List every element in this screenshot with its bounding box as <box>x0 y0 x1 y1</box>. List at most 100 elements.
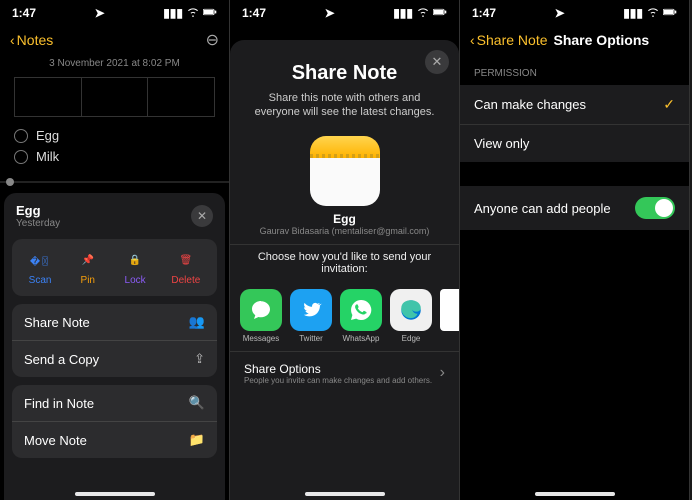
app-whatsapp[interactable]: WhatsApp <box>340 289 382 343</box>
wifi-icon <box>416 6 430 20</box>
delete-button[interactable]: 🗑Delete <box>171 249 200 286</box>
toggle-switch[interactable] <box>635 197 675 219</box>
app-edge[interactable]: Edge <box>390 289 432 343</box>
quick-actions: �〿Scan 📌Pin 🔒Lock 🗑Delete <box>12 239 217 296</box>
app-more[interactable] <box>440 289 459 343</box>
home-indicator[interactable] <box>305 492 385 496</box>
notes-app-icon <box>310 136 380 206</box>
twitter-icon <box>290 289 332 331</box>
close-icon: ✕ <box>197 209 207 223</box>
section-header: PERMISSION <box>460 54 689 85</box>
messages-icon <box>240 289 282 331</box>
share-options-sub: People you invite can make changes and a… <box>244 376 432 385</box>
location-icon: ➤ <box>555 6 565 20</box>
status-time: 1:47 <box>242 6 266 20</box>
signal-icon: ▮▮▮ <box>623 6 643 20</box>
status-time: 1:47 <box>472 6 496 20</box>
nav-bar: ‹ Notes ⊖ <box>0 26 229 54</box>
search-icon: 🔍 <box>189 395 205 411</box>
more-apps-icon <box>440 289 459 331</box>
menu-group: Find in Note🔍 Move Note📁 <box>12 385 217 458</box>
home-indicator[interactable] <box>535 492 615 496</box>
screen-notes: 1:47 ➤ ▮▮▮ ‹ Notes ⊖ 3 November 2021 at … <box>0 0 230 500</box>
status-bar: 1:47 ➤ ▮▮▮ <box>0 0 229 26</box>
option-view-only[interactable]: View only <box>460 125 689 162</box>
app-row: Messages Twitter WhatsApp Edge <box>230 281 459 351</box>
status-bar: 1:47 ➤ ▮▮▮ <box>460 0 689 26</box>
radio-icon <box>14 150 28 164</box>
battery-icon <box>203 6 217 20</box>
back-button[interactable]: ‹ Notes <box>10 32 53 48</box>
close-button[interactable]: ✕ <box>191 205 213 227</box>
option-can-make-changes[interactable]: Can make changes✓ <box>460 85 689 125</box>
location-icon: ➤ <box>325 6 335 20</box>
edge-icon <box>390 289 432 331</box>
checklist-item[interactable]: Milk <box>14 146 215 167</box>
whatsapp-icon <box>340 289 382 331</box>
back-label: Share Note <box>477 32 548 48</box>
status-right: ▮▮▮ <box>623 6 677 20</box>
invite-prompt: Choose how you'd like to send your invit… <box>230 244 459 281</box>
chevron-left-icon: ‹ <box>10 32 15 48</box>
table-placeholder[interactable] <box>14 77 215 117</box>
checklist-item[interactable]: Egg <box>14 125 215 146</box>
find-note-item[interactable]: Find in Note🔍 <box>12 385 217 422</box>
people-icon: 👥 <box>189 314 205 330</box>
trash-icon: 🗑 <box>175 249 197 271</box>
scan-icon: �〿 <box>29 249 51 271</box>
checklist: Egg Milk <box>0 121 229 171</box>
send-copy-item[interactable]: Send a Copy⇪ <box>12 341 217 377</box>
note-date: 3 November 2021 at 8:02 PM <box>0 54 229 73</box>
back-button[interactable]: ‹ Share Note <box>470 32 548 48</box>
signal-icon: ▮▮▮ <box>393 6 413 20</box>
menu-group: Share Note👥 Send a Copy⇪ <box>12 304 217 377</box>
move-note-item[interactable]: Move Note📁 <box>12 422 217 458</box>
note-name: Egg <box>230 212 459 226</box>
close-button[interactable]: ✕ <box>425 50 449 74</box>
chevron-right-icon: › <box>440 364 445 382</box>
sheet-title: Egg <box>16 203 60 218</box>
chevron-left-icon: ‹ <box>470 32 475 48</box>
pin-icon: 📌 <box>77 249 99 271</box>
app-messages[interactable]: Messages <box>240 289 282 343</box>
page-title: Share Options <box>554 32 650 48</box>
lock-icon: 🔒 <box>124 249 146 271</box>
action-sheet: Egg Yesterday ✕ �〿Scan 📌Pin 🔒Lock 🗑Delet… <box>4 193 225 500</box>
permission-group: Can make changes✓ View only <box>460 85 689 162</box>
share-note-item[interactable]: Share Note👥 <box>12 304 217 341</box>
share-options-row[interactable]: Share Options People you invite can make… <box>230 351 459 395</box>
share-options-title: Share Options <box>244 362 432 376</box>
lock-button[interactable]: 🔒Lock <box>124 249 146 286</box>
share-icon: ⇪ <box>194 351 205 367</box>
nav-bar: ‹ Share Note Share Options <box>460 26 689 54</box>
share-modal: ✕ Share Note Share this note with others… <box>230 40 459 500</box>
screen-share-note: 1:47 ➤ ▮▮▮ ✕ Share Note Share this note … <box>230 0 460 500</box>
battery-icon <box>663 6 677 20</box>
checkmark-icon: ✓ <box>663 96 675 113</box>
location-icon: ➤ <box>95 6 105 20</box>
scan-button[interactable]: �〿Scan <box>29 249 52 286</box>
screen-share-options: 1:47 ➤ ▮▮▮ ‹ Share Note Share Options PE… <box>460 0 690 500</box>
back-label: Notes <box>17 32 54 48</box>
folder-icon: 📁 <box>189 432 205 448</box>
status-right: ▮▮▮ <box>163 6 217 20</box>
toggle-group: Anyone can add people <box>460 186 689 230</box>
radio-icon <box>14 129 28 143</box>
status-bar: 1:47 ➤ ▮▮▮ <box>230 0 459 26</box>
sheet-header: Egg Yesterday ✕ <box>12 201 217 231</box>
signal-icon: ▮▮▮ <box>163 6 183 20</box>
scroll-indicator <box>0 181 229 183</box>
modal-description: Share this note with others and everyone… <box>230 85 459 126</box>
close-icon: ✕ <box>432 54 443 70</box>
sheet-subtitle: Yesterday <box>16 218 60 229</box>
anyone-add-people-row: Anyone can add people <box>460 186 689 230</box>
status-time: 1:47 <box>12 6 36 20</box>
status-right: ▮▮▮ <box>393 6 447 20</box>
note-author: Gaurav Bidasaria (mentaliser@gmail.com) <box>230 226 459 236</box>
pin-button[interactable]: 📌Pin <box>77 249 99 286</box>
app-twitter[interactable]: Twitter <box>290 289 332 343</box>
more-icon[interactable]: ⊖ <box>206 30 219 50</box>
home-indicator[interactable] <box>75 492 155 496</box>
battery-icon <box>433 6 447 20</box>
wifi-icon <box>646 6 660 20</box>
